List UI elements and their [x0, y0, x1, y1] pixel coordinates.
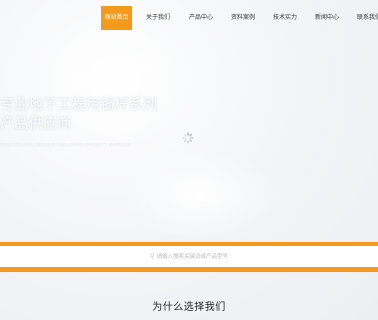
- hero-glow: [120, 150, 280, 240]
- nav-item-home[interactable]: 网站首页: [101, 6, 132, 30]
- nav-item-cases[interactable]: 资料案例: [228, 6, 258, 30]
- loading-spinner-icon: [182, 132, 194, 144]
- nav-item-technology[interactable]: 技术实力: [270, 6, 300, 30]
- search-icon: ⚲: [150, 253, 155, 260]
- nav-item-products[interactable]: 产品中心: [186, 6, 216, 30]
- main-nav: 网站首页 关于我们 产品中心 资料案例 技术实力 新闻中心 联系我们: [0, 0, 378, 34]
- hero-title: 专业地下工程用锚杆系列 产品供应商: [0, 96, 170, 134]
- hero-subtitle: PROFESSIONAL ANCHOR ROD SERIES PRODUCT S…: [0, 143, 131, 148]
- nav-item-contact[interactable]: 联系我们: [354, 6, 378, 30]
- section-title: 为什么选择我们: [152, 302, 226, 313]
- search-hint-text: 请输入搜索关键词或产品型号: [156, 254, 228, 260]
- nav-item-news[interactable]: 新闻中心: [312, 6, 342, 30]
- hero-title-line-2: 产品供应商: [0, 116, 72, 132]
- hero-title-line-1: 专业地下工程用锚杆系列: [0, 97, 158, 113]
- nav-item-about[interactable]: 关于我们: [143, 6, 173, 30]
- search-hint[interactable]: ⚲ 请输入搜索关键词或产品型号: [0, 246, 378, 267]
